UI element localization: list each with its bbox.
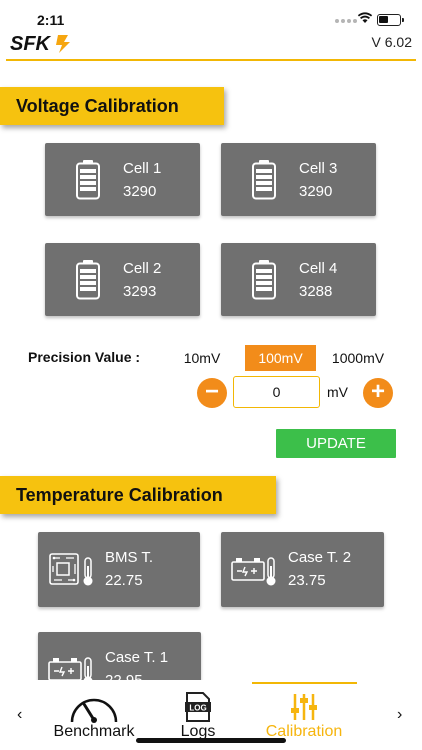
cell-label: Cell 4 xyxy=(299,260,338,277)
cell-label: Cell 1 xyxy=(123,160,162,177)
circuit-board-thermometer-icon xyxy=(49,553,93,586)
cellular-signal-icon xyxy=(335,19,357,23)
temp-card-bms[interactable]: BMS T. 22.75 xyxy=(38,532,200,607)
cell-card-3[interactable]: Cell 3 3290 xyxy=(221,143,376,216)
cell-card-1[interactable]: Cell 1 3290 xyxy=(45,143,200,216)
log-file-icon: LOG xyxy=(185,692,211,722)
app-version: V 6.02 xyxy=(371,34,412,50)
cell-label: Cell 2 xyxy=(123,260,162,277)
decrement-button[interactable]: − xyxy=(197,378,227,408)
tab-logs[interactable]: LOG Logs xyxy=(170,690,226,740)
temp-value: 23.75 xyxy=(288,572,326,589)
status-bar: 2:11 xyxy=(0,0,422,30)
precision-option-10mv[interactable]: 10mV xyxy=(177,345,227,371)
clock: 2:11 xyxy=(37,12,65,28)
battery-icon xyxy=(377,14,404,26)
cell-card-2[interactable]: Cell 2 3293 xyxy=(45,243,200,316)
temp-value: 22.75 xyxy=(105,572,143,589)
tab-label: Benchmark xyxy=(53,723,135,740)
app-header: SFK V 6.02 xyxy=(0,30,422,61)
temp-label: Case T. 1 xyxy=(105,649,169,666)
unit-label: mV xyxy=(327,384,348,400)
battery-thermometer-icon xyxy=(231,557,276,586)
temp-label: BMS T. xyxy=(105,549,154,566)
svg-text:LOG: LOG xyxy=(189,704,206,713)
cell-value: 3290 xyxy=(299,183,333,200)
tab-benchmark[interactable]: Benchmark xyxy=(42,690,146,740)
increment-button[interactable]: + xyxy=(363,378,393,408)
battery-cell-icon xyxy=(252,160,276,200)
home-indicator xyxy=(136,738,286,743)
calibration-value-input[interactable]: 0 xyxy=(233,376,320,408)
voltage-calibration-title: Voltage Calibration xyxy=(0,87,224,125)
cell-value: 3290 xyxy=(123,183,157,200)
sfk-logo: SFK xyxy=(10,33,70,54)
scroll-right-arrow-icon[interactable]: › xyxy=(397,706,402,724)
precision-label: Precision Value : xyxy=(28,349,141,365)
battery-cell-icon xyxy=(76,260,100,300)
gauge-icon xyxy=(70,698,118,723)
precision-option-100mv[interactable]: 100mV xyxy=(245,345,316,371)
cell-card-4[interactable]: Cell 4 3288 xyxy=(221,243,376,316)
active-tab-indicator xyxy=(252,682,357,684)
battery-cell-icon xyxy=(252,260,276,300)
update-button[interactable]: UPDATE xyxy=(276,429,396,458)
cell-label: Cell 3 xyxy=(299,160,338,177)
cell-value: 3293 xyxy=(123,283,157,300)
cell-value: 3288 xyxy=(299,283,333,300)
sliders-icon xyxy=(291,694,317,720)
temp-label: Case T. 2 xyxy=(288,549,352,566)
precision-option-1000mv[interactable]: 1000mV xyxy=(324,345,392,371)
tab-calibration[interactable]: Calibration xyxy=(254,690,354,740)
temperature-calibration-title: Temperature Calibration xyxy=(0,476,276,514)
battery-cell-icon xyxy=(76,160,100,200)
wifi-icon xyxy=(357,12,373,23)
scroll-left-arrow-icon[interactable]: ‹ xyxy=(17,706,22,724)
header-divider xyxy=(6,59,416,61)
temp-card-case-2[interactable]: Case T. 2 23.75 xyxy=(221,532,384,607)
logo-text: SFK xyxy=(10,33,52,54)
